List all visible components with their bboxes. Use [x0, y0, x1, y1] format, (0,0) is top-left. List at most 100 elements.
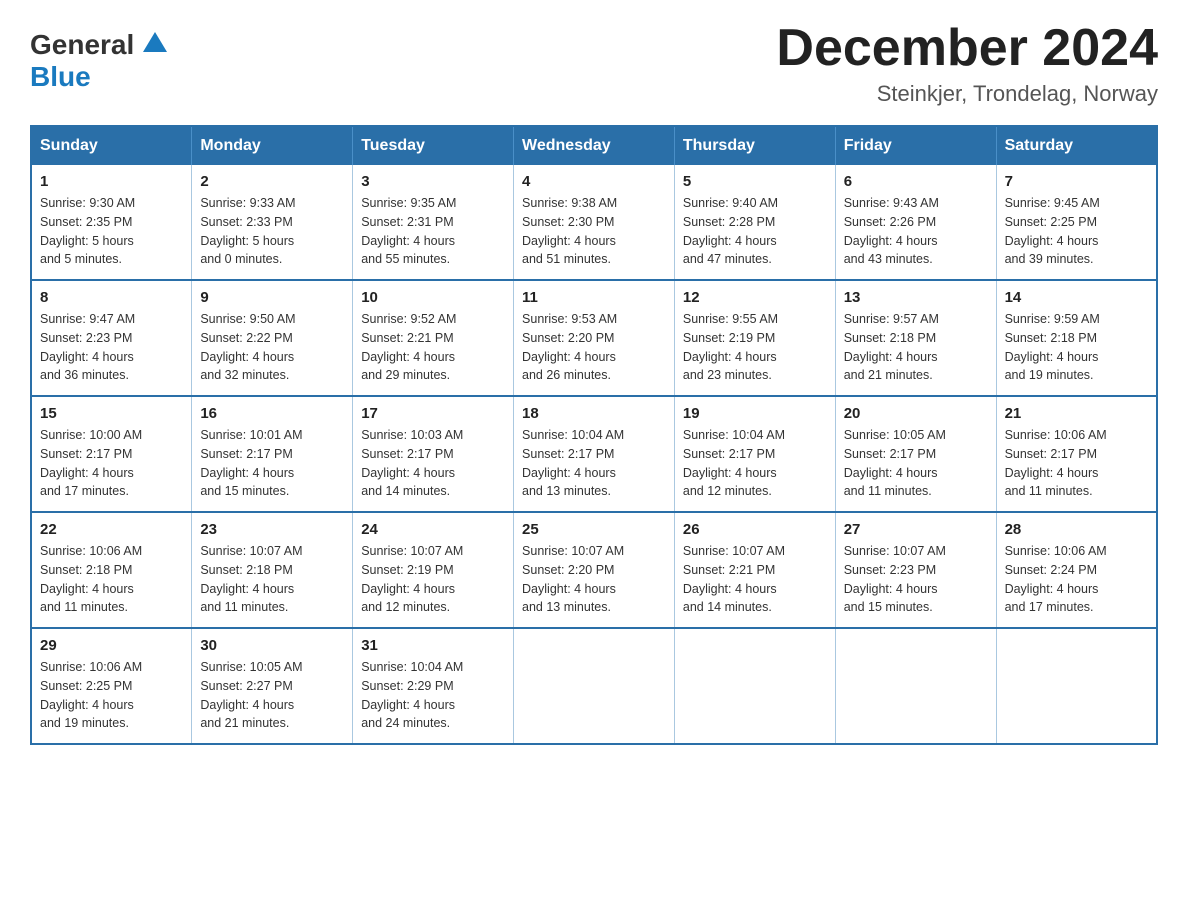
day-number: 14: [1005, 289, 1148, 306]
calendar-cell: 8 Sunrise: 9:47 AMSunset: 2:23 PMDayligh…: [31, 280, 192, 396]
day-number: 29: [40, 637, 183, 654]
day-info: Sunrise: 10:05 AMSunset: 2:17 PMDaylight…: [844, 426, 988, 501]
col-saturday: Saturday: [996, 126, 1157, 165]
calendar-cell: 22 Sunrise: 10:06 AMSunset: 2:18 PMDayli…: [31, 512, 192, 628]
day-info: Sunrise: 10:04 AMSunset: 2:29 PMDaylight…: [361, 658, 505, 733]
title-area: December 2024 Steinkjer, Trondelag, Norw…: [776, 20, 1158, 107]
calendar-week-row: 22 Sunrise: 10:06 AMSunset: 2:18 PMDayli…: [31, 512, 1157, 628]
day-info: Sunrise: 9:55 AMSunset: 2:19 PMDaylight:…: [683, 310, 827, 385]
calendar-table: Sunday Monday Tuesday Wednesday Thursday…: [30, 125, 1158, 745]
day-info: Sunrise: 10:04 AMSunset: 2:17 PMDaylight…: [683, 426, 827, 501]
day-number: 13: [844, 289, 988, 306]
day-info: Sunrise: 10:07 AMSunset: 2:19 PMDaylight…: [361, 542, 505, 617]
day-number: 20: [844, 405, 988, 422]
day-info: Sunrise: 10:06 AMSunset: 2:25 PMDaylight…: [40, 658, 183, 733]
day-number: 18: [522, 405, 666, 422]
calendar-cell: 7 Sunrise: 9:45 AMSunset: 2:25 PMDayligh…: [996, 165, 1157, 280]
calendar-cell: 28 Sunrise: 10:06 AMSunset: 2:24 PMDayli…: [996, 512, 1157, 628]
location-subtitle: Steinkjer, Trondelag, Norway: [776, 81, 1158, 107]
day-info: Sunrise: 10:06 AMSunset: 2:24 PMDaylight…: [1005, 542, 1148, 617]
calendar-cell: 20 Sunrise: 10:05 AMSunset: 2:17 PMDayli…: [835, 396, 996, 512]
day-info: Sunrise: 9:50 AMSunset: 2:22 PMDaylight:…: [200, 310, 344, 385]
day-info: Sunrise: 9:59 AMSunset: 2:18 PMDaylight:…: [1005, 310, 1148, 385]
calendar-cell: [835, 628, 996, 744]
day-info: Sunrise: 10:07 AMSunset: 2:20 PMDaylight…: [522, 542, 666, 617]
day-number: 23: [200, 521, 344, 538]
day-number: 11: [522, 289, 666, 306]
day-number: 8: [40, 289, 183, 306]
day-number: 19: [683, 405, 827, 422]
day-info: Sunrise: 10:07 AMSunset: 2:21 PMDaylight…: [683, 542, 827, 617]
calendar-cell: 2 Sunrise: 9:33 AMSunset: 2:33 PMDayligh…: [192, 165, 353, 280]
calendar-cell: 21 Sunrise: 10:06 AMSunset: 2:17 PMDayli…: [996, 396, 1157, 512]
day-info: Sunrise: 9:30 AMSunset: 2:35 PMDaylight:…: [40, 194, 183, 269]
calendar-cell: 1 Sunrise: 9:30 AMSunset: 2:35 PMDayligh…: [31, 165, 192, 280]
calendar-cell: 10 Sunrise: 9:52 AMSunset: 2:21 PMDaylig…: [353, 280, 514, 396]
calendar-week-row: 1 Sunrise: 9:30 AMSunset: 2:35 PMDayligh…: [31, 165, 1157, 280]
calendar-cell: 4 Sunrise: 9:38 AMSunset: 2:30 PMDayligh…: [514, 165, 675, 280]
day-number: 22: [40, 521, 183, 538]
calendar-week-row: 29 Sunrise: 10:06 AMSunset: 2:25 PMDayli…: [31, 628, 1157, 744]
day-info: Sunrise: 9:57 AMSunset: 2:18 PMDaylight:…: [844, 310, 988, 385]
day-info: Sunrise: 10:01 AMSunset: 2:17 PMDaylight…: [200, 426, 344, 501]
calendar-cell: 31 Sunrise: 10:04 AMSunset: 2:29 PMDayli…: [353, 628, 514, 744]
calendar-cell: 17 Sunrise: 10:03 AMSunset: 2:17 PMDayli…: [353, 396, 514, 512]
day-info: Sunrise: 10:04 AMSunset: 2:17 PMDaylight…: [522, 426, 666, 501]
day-number: 1: [40, 173, 183, 190]
day-info: Sunrise: 10:00 AMSunset: 2:17 PMDaylight…: [40, 426, 183, 501]
day-info: Sunrise: 9:43 AMSunset: 2:26 PMDaylight:…: [844, 194, 988, 269]
day-number: 12: [683, 289, 827, 306]
day-info: Sunrise: 10:07 AMSunset: 2:18 PMDaylight…: [200, 542, 344, 617]
day-info: Sunrise: 10:07 AMSunset: 2:23 PMDaylight…: [844, 542, 988, 617]
day-number: 15: [40, 405, 183, 422]
calendar-cell: 9 Sunrise: 9:50 AMSunset: 2:22 PMDayligh…: [192, 280, 353, 396]
calendar-cell: [996, 628, 1157, 744]
month-title: December 2024: [776, 20, 1158, 77]
calendar-cell: 27 Sunrise: 10:07 AMSunset: 2:23 PMDayli…: [835, 512, 996, 628]
day-number: 10: [361, 289, 505, 306]
calendar-cell: [514, 628, 675, 744]
calendar-cell: 14 Sunrise: 9:59 AMSunset: 2:18 PMDaylig…: [996, 280, 1157, 396]
day-info: Sunrise: 10:06 AMSunset: 2:17 PMDaylight…: [1005, 426, 1148, 501]
calendar-cell: 3 Sunrise: 9:35 AMSunset: 2:31 PMDayligh…: [353, 165, 514, 280]
day-info: Sunrise: 9:40 AMSunset: 2:28 PMDaylight:…: [683, 194, 827, 269]
day-number: 25: [522, 521, 666, 538]
day-info: Sunrise: 10:03 AMSunset: 2:17 PMDaylight…: [361, 426, 505, 501]
col-thursday: Thursday: [674, 126, 835, 165]
day-info: Sunrise: 9:52 AMSunset: 2:21 PMDaylight:…: [361, 310, 505, 385]
day-info: Sunrise: 9:53 AMSunset: 2:20 PMDaylight:…: [522, 310, 666, 385]
logo: General Blue: [30, 20, 167, 93]
calendar-cell: 29 Sunrise: 10:06 AMSunset: 2:25 PMDayli…: [31, 628, 192, 744]
day-number: 24: [361, 521, 505, 538]
calendar-week-row: 15 Sunrise: 10:00 AMSunset: 2:17 PMDayli…: [31, 396, 1157, 512]
calendar-cell: 13 Sunrise: 9:57 AMSunset: 2:18 PMDaylig…: [835, 280, 996, 396]
col-tuesday: Tuesday: [353, 126, 514, 165]
calendar-cell: 23 Sunrise: 10:07 AMSunset: 2:18 PMDayli…: [192, 512, 353, 628]
calendar-cell: 15 Sunrise: 10:00 AMSunset: 2:17 PMDayli…: [31, 396, 192, 512]
day-number: 26: [683, 521, 827, 538]
day-number: 2: [200, 173, 344, 190]
logo-blue: Blue: [30, 61, 91, 93]
calendar-cell: 25 Sunrise: 10:07 AMSunset: 2:20 PMDayli…: [514, 512, 675, 628]
calendar-week-row: 8 Sunrise: 9:47 AMSunset: 2:23 PMDayligh…: [31, 280, 1157, 396]
day-info: Sunrise: 10:05 AMSunset: 2:27 PMDaylight…: [200, 658, 344, 733]
day-info: Sunrise: 9:35 AMSunset: 2:31 PMDaylight:…: [361, 194, 505, 269]
day-number: 5: [683, 173, 827, 190]
calendar-cell: 5 Sunrise: 9:40 AMSunset: 2:28 PMDayligh…: [674, 165, 835, 280]
day-number: 27: [844, 521, 988, 538]
day-number: 21: [1005, 405, 1148, 422]
calendar-cell: 26 Sunrise: 10:07 AMSunset: 2:21 PMDayli…: [674, 512, 835, 628]
day-info: Sunrise: 9:33 AMSunset: 2:33 PMDaylight:…: [200, 194, 344, 269]
calendar-cell: 19 Sunrise: 10:04 AMSunset: 2:17 PMDayli…: [674, 396, 835, 512]
header: General Blue December 2024 Steinkjer, Tr…: [30, 20, 1158, 107]
calendar-cell: 24 Sunrise: 10:07 AMSunset: 2:19 PMDayli…: [353, 512, 514, 628]
day-number: 4: [522, 173, 666, 190]
calendar-cell: 11 Sunrise: 9:53 AMSunset: 2:20 PMDaylig…: [514, 280, 675, 396]
day-number: 7: [1005, 173, 1148, 190]
logo-triangle-icon: [143, 32, 167, 52]
calendar-cell: 12 Sunrise: 9:55 AMSunset: 2:19 PMDaylig…: [674, 280, 835, 396]
day-number: 6: [844, 173, 988, 190]
day-info: Sunrise: 10:06 AMSunset: 2:18 PMDaylight…: [40, 542, 183, 617]
calendar-header-row: Sunday Monday Tuesday Wednesday Thursday…: [31, 126, 1157, 165]
col-sunday: Sunday: [31, 126, 192, 165]
